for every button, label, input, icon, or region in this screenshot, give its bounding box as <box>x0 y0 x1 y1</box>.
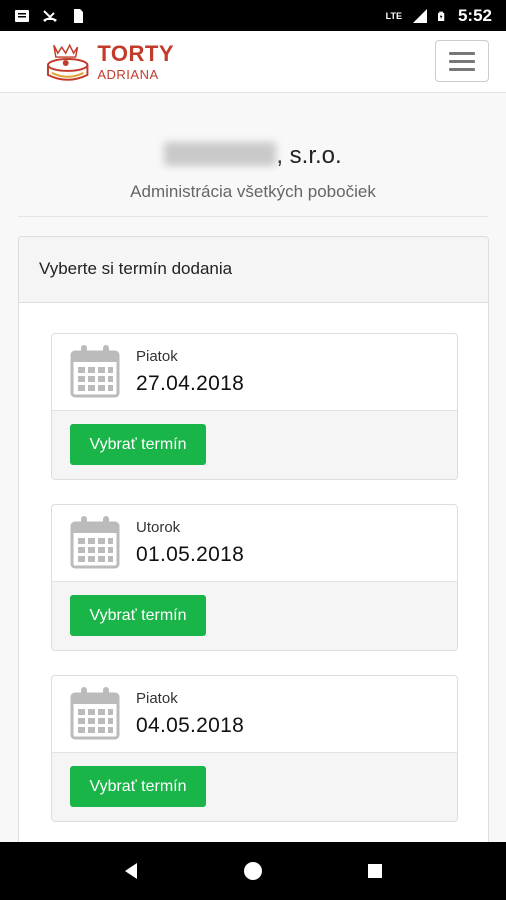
redacted-name <box>164 142 277 166</box>
sim-icon <box>74 8 83 23</box>
calendar-icon <box>70 687 120 740</box>
notification-icons <box>14 8 86 24</box>
delivery-slot-card: Piatok 04.05.2018 Vybrať termín <box>51 675 458 822</box>
network-label: LTE <box>385 10 402 21</box>
slot-date: 27.04.2018 <box>136 372 245 395</box>
delivery-slot-card: Piatok 27.04.2018 Vybrať termín <box>51 333 458 480</box>
divider <box>18 216 488 217</box>
slot-day: Utorok <box>136 519 181 536</box>
calendar-icon <box>70 345 120 398</box>
battery-icon <box>437 11 445 21</box>
slot-day: Piatok <box>136 690 178 707</box>
company-suffix: , s.r.o. <box>276 142 342 169</box>
company-name: , s.r.o. <box>0 142 506 170</box>
cake-logo-icon <box>46 43 89 81</box>
slot-date: 01.05.2018 <box>136 543 245 566</box>
delivery-slot-card: Utorok 01.05.2018 Vybrať termín <box>51 504 458 651</box>
delivery-panel: Vyberte si termín dodania Piatok 27.04.2… <box>18 236 489 856</box>
missed-call-icon <box>43 9 57 22</box>
select-slot-button[interactable]: Vybrať termín <box>70 766 206 807</box>
calendar-icon <box>70 516 120 569</box>
menu-icon <box>449 51 475 55</box>
back-icon[interactable] <box>120 860 142 882</box>
top-navbar: TORTY ADRIANA <box>0 31 506 93</box>
message-icon <box>15 9 29 22</box>
select-slot-button[interactable]: Vybrať termín <box>70 424 206 465</box>
panel-title: Vyberte si termín dodania <box>19 237 488 303</box>
select-slot-button[interactable]: Vybrať termín <box>70 595 206 636</box>
brand-logo[interactable]: TORTY ADRIANA <box>44 37 174 87</box>
company-subtitle: Administrácia všetkých pobočiek <box>130 182 376 201</box>
slot-day: Piatok <box>136 348 178 365</box>
clock: 5:52 <box>457 5 492 25</box>
logo-title: TORTY <box>97 41 174 66</box>
signal-icon <box>412 8 427 23</box>
menu-toggle-button[interactable] <box>435 40 489 82</box>
recents-icon[interactable] <box>364 860 386 882</box>
home-icon[interactable] <box>242 860 264 882</box>
slot-date: 04.05.2018 <box>136 714 245 737</box>
system-nav-bar <box>0 842 506 900</box>
logo-subtitle: ADRIANA <box>97 67 159 82</box>
status-bar: LTE 5:52 <box>0 0 506 31</box>
